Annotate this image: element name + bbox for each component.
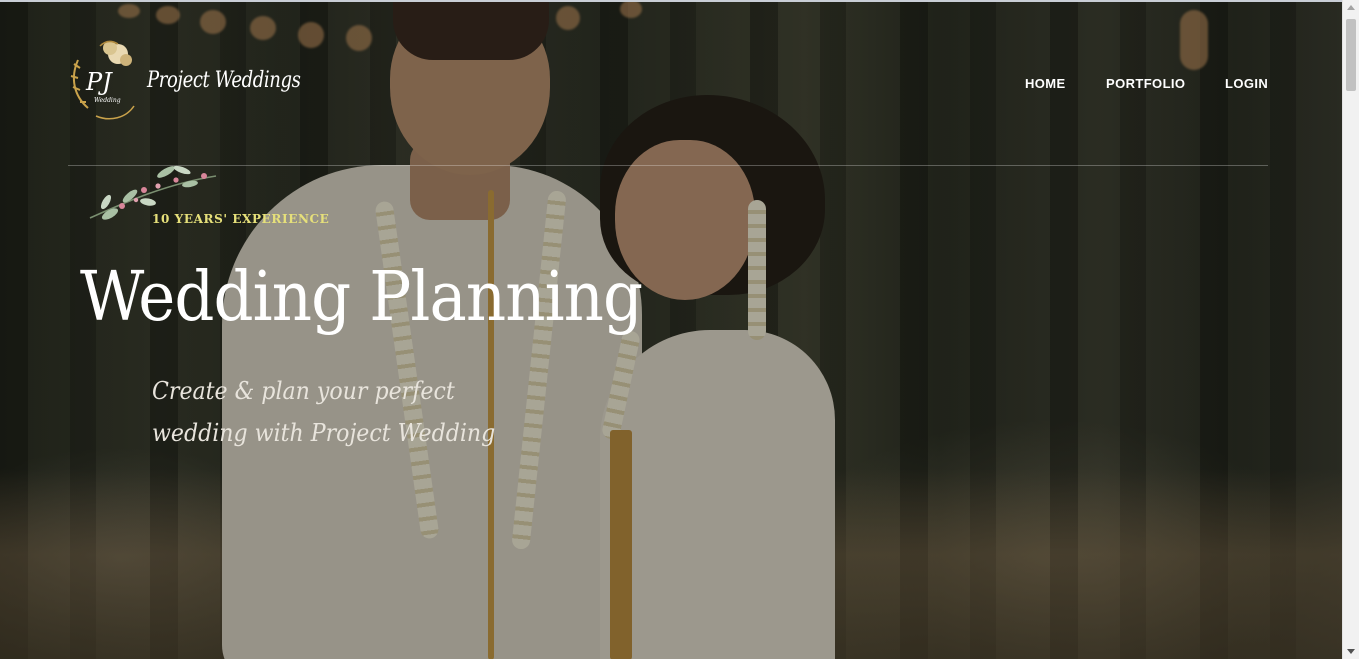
nav-home-link[interactable]: HOME (1025, 76, 1066, 91)
hero-tagline-line-1: Create & plan your perfect (152, 377, 455, 405)
page-scrollbar[interactable] (1342, 0, 1359, 659)
logo-wordmark: Project Weddings (147, 68, 301, 93)
nav-login-link[interactable]: LOGIN (1225, 76, 1268, 91)
hero-title: Wedding Planning (80, 258, 643, 337)
header-divider (68, 165, 1268, 166)
logo-wreath-icon: PJ Wedding (70, 40, 135, 120)
browser-top-border (0, 0, 1342, 2)
site-logo[interactable]: PJ Wedding Project Weddings (66, 38, 301, 128)
main-navigation: HOME PORTFOLIO LOGIN (1000, 76, 1290, 96)
hero-tagline-line-2: wedding with Project Wedding (152, 419, 496, 447)
hero-tagline: Create & plan your perfect wedding with … (152, 370, 538, 454)
logo-monogram-sub: Wedding (94, 97, 121, 104)
scroll-down-arrow-icon[interactable] (1347, 649, 1355, 654)
nav-portfolio-link[interactable]: PORTFOLIO (1106, 76, 1185, 91)
experience-badge: 10 YEARS' EXPERIENCE (152, 212, 330, 226)
scroll-thumb[interactable] (1346, 19, 1356, 91)
scroll-up-arrow-icon[interactable] (1347, 5, 1355, 10)
logo-monogram: PJ (85, 68, 113, 96)
